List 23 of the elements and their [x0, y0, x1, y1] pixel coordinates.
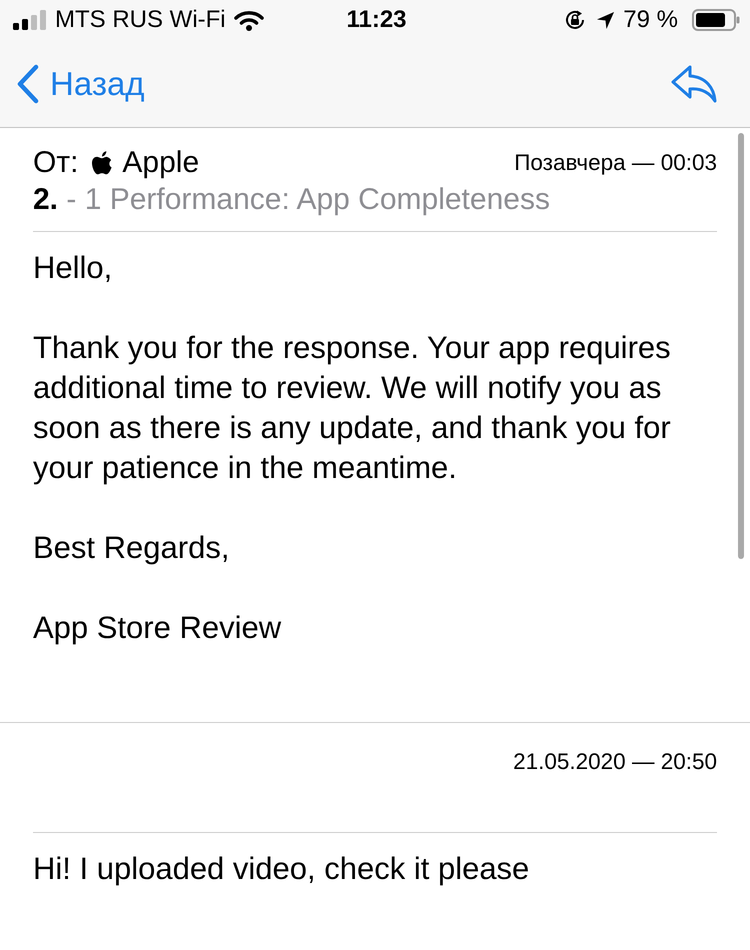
clock-time: 11:23	[346, 6, 407, 33]
battery-percent: 79 %	[623, 6, 678, 34]
reply-button[interactable]	[670, 64, 718, 104]
body-paragraph: Hello,	[33, 249, 114, 287]
email-subject: 2. - 1 Performance: App Completeness	[33, 182, 551, 218]
reply-icon	[670, 64, 718, 104]
body-paragraph: Hi! I uploaded video, check it please	[33, 850, 530, 888]
body-paragraph: App Store Review	[33, 609, 282, 647]
body-paragraph: Thank you for the response. Your app requires additional time to review. We will notify you as soon as there is any update, and thank you for your patience in the meantime.	[33, 329, 672, 487]
carrier-name: MTS RUS Wi-Fi	[55, 6, 226, 34]
from-label: От:	[33, 146, 78, 180]
apple-logo-icon	[92, 151, 112, 175]
signal-icon	[13, 10, 47, 30]
message-date: Позавчера — 00:03	[514, 150, 717, 176]
body-paragraph: Best Regards,	[33, 529, 230, 567]
back-button[interactable]: Назад	[16, 64, 145, 104]
rotation-lock-icon	[564, 9, 586, 31]
sender-name: Apple	[122, 146, 200, 180]
wifi-icon	[234, 9, 264, 31]
battery-icon	[692, 9, 740, 31]
chevron-left-icon	[16, 64, 40, 104]
location-arrow-icon	[596, 10, 616, 30]
message-date: 21.05.2020 — 20:50	[513, 749, 717, 775]
